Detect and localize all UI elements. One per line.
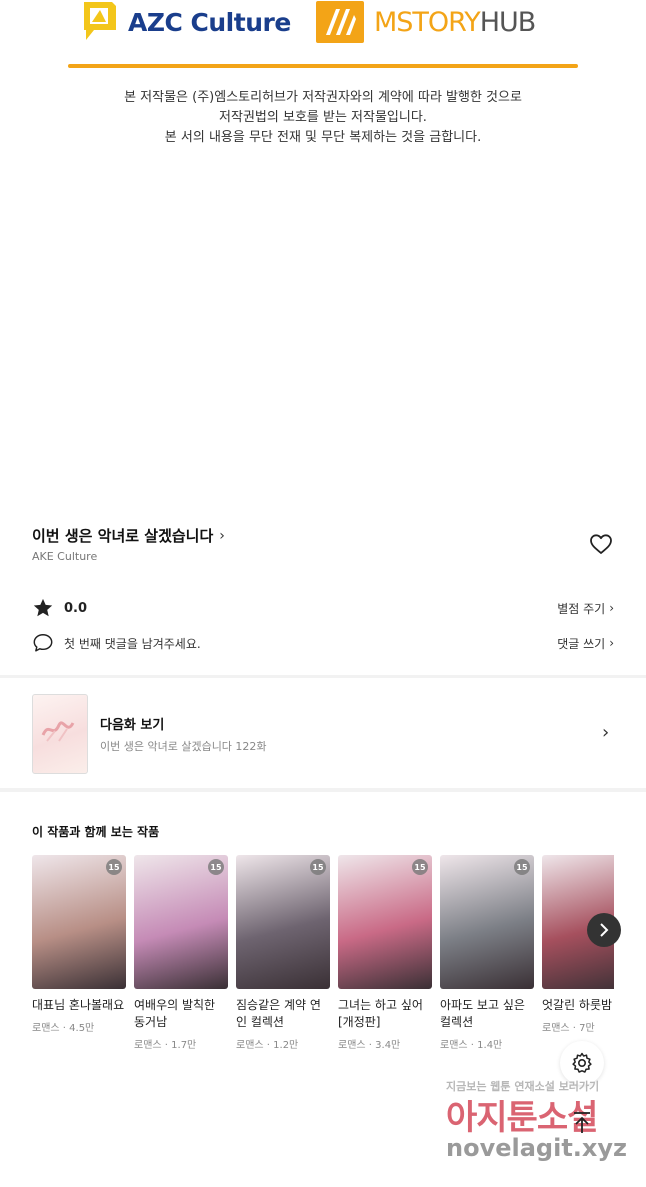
- meta-separator: ·: [467, 1040, 478, 1051]
- recommendation-views: 3.4만: [375, 1040, 401, 1051]
- thumbnail-art: [41, 721, 75, 742]
- recommendation-genre: 로맨스: [338, 1040, 366, 1051]
- recommendation-title: 그녀는 하고 싶어[개정판]: [338, 998, 423, 1029]
- recommendations-card: 이 작품과 함께 보는 작품 15 대표님 혼나볼래요로맨스 · 4.5만 15 여배…: [0, 792, 646, 1071]
- write-comment-button[interactable]: 댓글 쓰기 ›: [557, 635, 614, 652]
- recommendation-meta: 로맨스 · 1.7만: [134, 1036, 228, 1051]
- watermark-url: novelagit.xyz: [446, 1134, 628, 1162]
- recommendation-views: 1.2만: [273, 1040, 299, 1051]
- chevron-right-icon: ›: [609, 636, 614, 650]
- watermark: 지금보는 웹툰 연재소설 보러가기 아지툰소설 novelagit.xyz: [440, 1078, 640, 1168]
- recommendation-item[interactable]: 15 짐승같은 계약 연인 컬렉션로맨스 · 1.2만: [236, 855, 330, 1051]
- recommendation-views: 7만: [579, 1023, 595, 1034]
- work-title-link[interactable]: 이번 생은 악녀로 살겠습니다 ›: [32, 525, 225, 546]
- scroll-to-top-button[interactable]: [560, 1101, 604, 1145]
- chevron-right-icon: ›: [219, 527, 225, 544]
- rate-button-label: 별점 주기: [557, 601, 606, 616]
- recommendation-title: 아파도 보고 싶은 컬렉션: [440, 998, 525, 1029]
- meta-separator: ·: [263, 1040, 274, 1051]
- write-comment-label: 댓글 쓰기: [557, 636, 606, 651]
- recommendation-title: 대표님 혼나볼래요: [32, 998, 125, 1012]
- work-title: 이번 생은 악녀로 살겠습니다: [32, 527, 214, 545]
- recommendation-item[interactable]: 15 대표님 혼나볼래요로맨스 · 4.5만: [32, 855, 126, 1034]
- chevron-right-icon: ›: [609, 601, 614, 615]
- azc-culture-logo: AZC Culture: [80, 0, 291, 44]
- recommendation-views: 4.5만: [69, 1023, 95, 1034]
- arrow-up-icon: [574, 1112, 590, 1133]
- recommendation-meta: 로맨스 · 7만: [542, 1019, 614, 1034]
- gear-icon: [572, 1052, 592, 1073]
- next-episode-subtitle: 이번 생은 악녀로 살겠습니다 122화: [100, 740, 267, 753]
- copyright-notice: 본 저작물은 (주)엠스토리허브가 저작권자와의 계약에 따라 발행한 것으로 …: [0, 88, 646, 148]
- comment-placeholder[interactable]: 첫 번째 댓글을 남겨주세요.: [64, 635, 201, 652]
- recommendation-meta: 로맨스 · 1.4만: [440, 1036, 534, 1051]
- age-rating-badge: 15: [106, 859, 122, 875]
- recommendation-genre: 로맨스: [236, 1040, 264, 1051]
- mstoryhub-logo-text: MSTORYHUB: [374, 6, 536, 38]
- copyright-line: 본 서의 내용을 무단 전재 및 무단 복제하는 것을 금합니다.: [164, 130, 482, 145]
- recommendation-genre: 로맨스: [440, 1040, 468, 1051]
- rating-row: 0.0 별점 주기 ›: [32, 597, 614, 619]
- recommendation-meta: 로맨스 · 3.4만: [338, 1036, 432, 1051]
- age-rating-badge: 15: [310, 859, 326, 875]
- copyright-line: 저작권법의 보호를 받는 저작물입니다.: [219, 110, 427, 125]
- recommendation-views: 1.7만: [171, 1040, 197, 1051]
- meta-separator: ·: [365, 1040, 376, 1051]
- heart-icon[interactable]: [589, 533, 613, 555]
- recommendation-item[interactable]: 15 여배우의 발칙한 동거남로맨스 · 1.7만: [134, 855, 228, 1051]
- next-episode-label: 다음화 보기: [100, 718, 165, 733]
- recommendation-cover: 15: [236, 855, 330, 989]
- recommendation-title: 엇갈린 하룻밤: [542, 998, 613, 1012]
- meta-separator: ·: [59, 1023, 70, 1034]
- recommendation-genre: 로맨스: [542, 1023, 570, 1034]
- recommendation-cover: 15: [134, 855, 228, 989]
- recommendations-title: 이 작품과 함께 보는 작품: [32, 825, 160, 839]
- recommendation-views: 1.4만: [477, 1040, 503, 1051]
- next-episode-card[interactable]: 다음화 보기 이번 생은 악녀로 살겠습니다 122화 ›: [0, 678, 646, 788]
- comment-row: 첫 번째 댓글을 남겨주세요. 댓글 쓰기 ›: [32, 632, 614, 654]
- meta-separator: ·: [569, 1023, 580, 1034]
- rate-button[interactable]: 별점 주기 ›: [557, 600, 614, 617]
- publisher-banner: AZC Culture MSTORYHUB 본 저작물은 (주)엠스토리허브가 …: [0, 0, 646, 160]
- recommendation-item[interactable]: 15 그녀는 하고 싶어[개정판] 로맨스 · 3.4만: [338, 855, 432, 1051]
- recommendation-genre: 로맨스: [134, 1040, 162, 1051]
- copyright-line: 본 저작물은 (주)엠스토리허브가 저작권자와의 계약에 따라 발행한 것으로: [124, 90, 522, 105]
- chevron-right-icon: ›: [602, 722, 610, 743]
- recommendation-genre: 로맨스: [32, 1023, 60, 1034]
- age-rating-badge: 15: [412, 859, 428, 875]
- rating-value: 0.0: [64, 600, 88, 616]
- recommendation-cover: 15: [32, 855, 126, 989]
- mstoryhub-logo-mark-icon: [316, 1, 364, 43]
- recommendation-meta: 로맨스 · 1.2만: [236, 1036, 330, 1051]
- recommendation-title: 여배우의 발칙한 동거남: [134, 998, 216, 1029]
- comment-icon: [33, 634, 53, 652]
- work-author: AKE Culture: [32, 550, 98, 563]
- azc-logo-mark-icon: [80, 0, 120, 44]
- recommendation-cover: 15: [440, 855, 534, 989]
- recommendation-cover: 15: [338, 855, 432, 989]
- chevron-right-icon: [600, 923, 609, 937]
- recommendation-meta: 로맨스 · 4.5만: [32, 1019, 126, 1034]
- banner-divider: [68, 64, 578, 68]
- carousel-next-button[interactable]: [587, 913, 621, 947]
- age-rating-badge: 15: [208, 859, 224, 875]
- recommendation-title: 짐승같은 계약 연인 컬렉션: [236, 998, 321, 1029]
- recommendations-carousel[interactable]: 15 대표님 혼나볼래요로맨스 · 4.5만 15 여배우의 발칙한 동거남로맨스 ·…: [32, 855, 614, 1055]
- recommendation-item[interactable]: 15 아파도 보고 싶은 컬렉션로맨스 · 1.4만: [440, 855, 534, 1051]
- age-rating-badge: 15: [514, 859, 530, 875]
- mstoryhub-logo: MSTORYHUB: [316, 0, 536, 44]
- azc-logo-text: AZC Culture: [128, 7, 291, 37]
- work-info-card: 이번 생은 악녀로 살겠습니다 › AKE Culture 0.0 별점 주기 …: [0, 503, 646, 675]
- next-episode-thumbnail: [32, 694, 88, 774]
- star-icon: [33, 598, 53, 617]
- meta-separator: ·: [161, 1040, 172, 1051]
